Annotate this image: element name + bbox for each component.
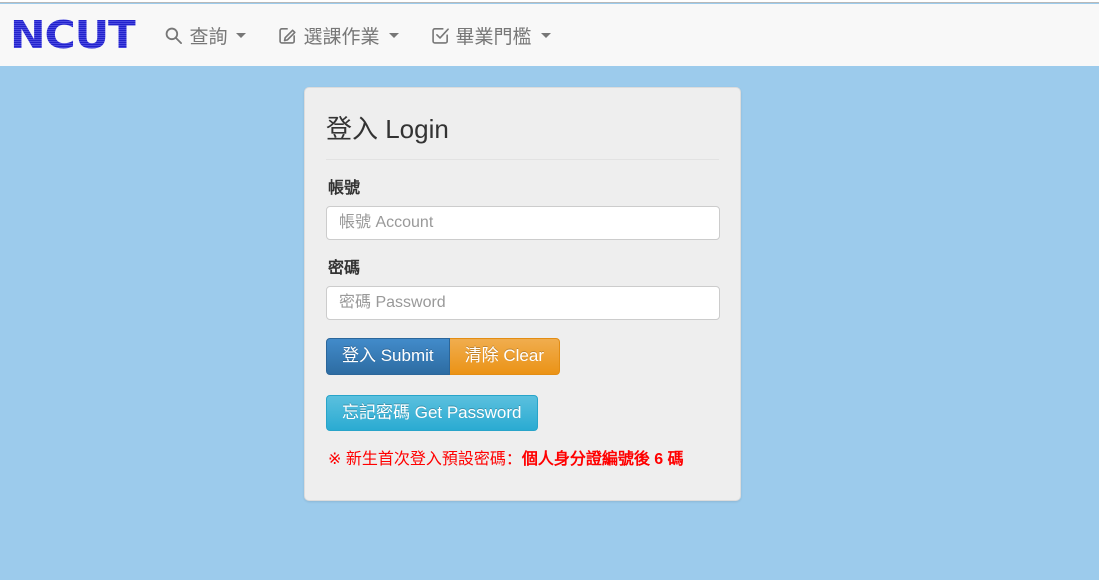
page-top-rule: [0, 0, 1099, 3]
ncut-logo-text: NCUT: [10, 13, 137, 57]
account-label: 帳號: [328, 180, 361, 198]
chevron-down-icon: [236, 32, 247, 38]
default-password-note-emphasis: 個人身分證編號後 6 碼: [521, 451, 684, 469]
pencil-square-icon: [278, 26, 297, 45]
password-label: 密碼: [328, 260, 361, 278]
nav-item-course-selection-label: 選課作業: [303, 26, 380, 48]
search-icon: [164, 26, 183, 45]
submit-button[interactable]: 登入 Submit: [326, 338, 450, 375]
check-square-icon: [431, 26, 450, 45]
clear-button[interactable]: 清除 Clear: [449, 338, 560, 375]
navbar-menu: 查詢 選課作業 畢業門檻: [148, 14, 566, 57]
nav-item-graduation-threshold[interactable]: 畢業門檻: [415, 14, 567, 57]
login-button-row: 登入 Submit 清除 Clear: [326, 338, 719, 375]
nav-item-graduation-threshold-label: 畢業門檻: [455, 26, 532, 48]
login-panel: 登入 Login 帳號 密碼 登入 Submit 清除 Clear 忘記密碼 G…: [304, 87, 741, 501]
page-title: 登入 Login: [326, 114, 719, 161]
chevron-down-icon: [540, 32, 551, 38]
default-password-note-prefix: ※ 新生首次登入預設密碼：: [328, 451, 522, 469]
get-password-button[interactable]: 忘記密碼 Get Password: [326, 394, 538, 432]
nav-item-query[interactable]: 查詢: [148, 14, 262, 57]
chevron-down-icon: [388, 32, 399, 38]
default-password-note: ※ 新生首次登入預設密碼：個人身分證編號後 6 碼: [328, 449, 719, 471]
account-input[interactable]: [326, 206, 720, 241]
top-navbar: NCUT 查詢 選課作業 畢業門檻: [0, 4, 1099, 66]
ncut-logo[interactable]: NCUT: [6, 16, 137, 54]
nav-item-query-label: 查詢: [189, 26, 228, 48]
nav-item-course-selection[interactable]: 選課作業: [262, 14, 414, 57]
password-input[interactable]: [326, 286, 720, 321]
